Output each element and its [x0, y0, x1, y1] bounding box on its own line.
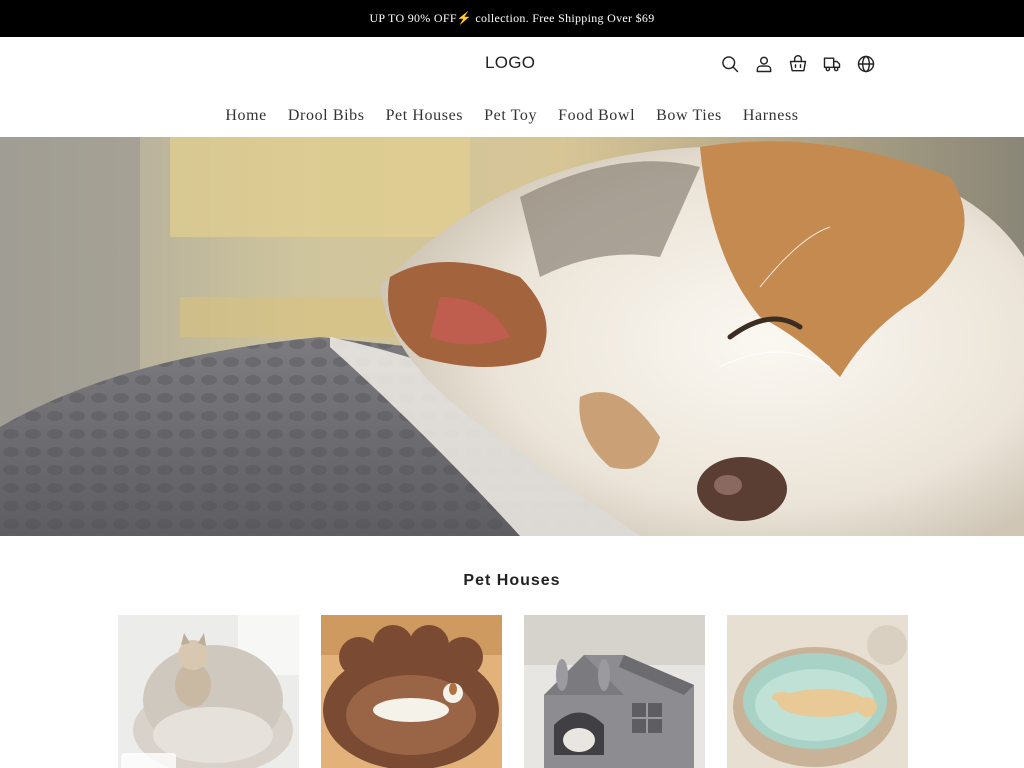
product-grid: [118, 615, 908, 768]
shipping-truck-icon[interactable]: [821, 53, 843, 75]
paw-shaped-bed-image: [321, 615, 502, 768]
grey-house-bed-image: [524, 615, 705, 768]
nav-item-harness[interactable]: Harness: [743, 107, 799, 125]
product-card[interactable]: [118, 615, 299, 768]
search-icon[interactable]: [719, 53, 741, 75]
round-mint-bed-image: [727, 615, 908, 768]
product-card[interactable]: [321, 615, 502, 768]
nav-item-drool-bibs[interactable]: Drool Bibs: [288, 107, 365, 125]
main-nav: Home Drool Bibs Pet Houses Pet Toy Food …: [0, 107, 1024, 125]
account-icon[interactable]: [753, 53, 775, 75]
product-card[interactable]: [727, 615, 908, 768]
nav-item-bow-ties[interactable]: Bow Ties: [656, 107, 722, 125]
section-title-pet-houses: Pet Houses: [463, 572, 561, 589]
nav-item-home[interactable]: Home: [225, 107, 267, 125]
announcement-text: UP TO 90% OFF⚡ collection. Free Shipping…: [369, 11, 655, 25]
hero-banner[interactable]: [0, 137, 1024, 536]
hero-sleeping-dog-image: [0, 137, 1024, 536]
nav-item-pet-houses[interactable]: Pet Houses: [386, 107, 464, 125]
product-card[interactable]: [524, 615, 705, 768]
site-header: LOGO Home Drool Bibs Pet Houses Pet Toy …: [0, 37, 1024, 137]
announcement-bar: UP TO 90% OFF⚡ collection. Free Shipping…: [0, 0, 1024, 37]
nav-item-pet-toy[interactable]: Pet Toy: [484, 107, 537, 125]
cart-icon[interactable]: [787, 53, 809, 75]
header-icons: [719, 53, 877, 75]
globe-icon[interactable]: [855, 53, 877, 75]
nav-item-food-bowl[interactable]: Food Bowl: [558, 107, 635, 125]
site-logo[interactable]: LOGO: [485, 53, 535, 73]
cat-fluffy-bed-image: [118, 615, 299, 768]
